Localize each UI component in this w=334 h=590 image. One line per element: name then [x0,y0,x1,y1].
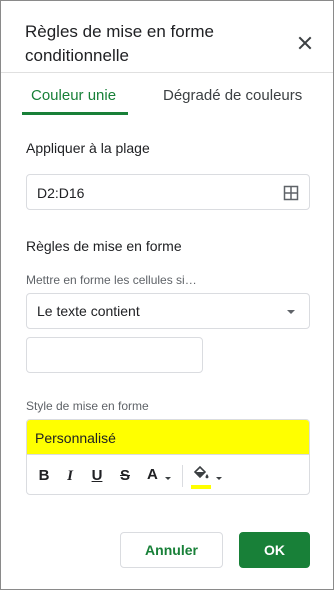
underline-button[interactable]: U [88,467,106,485]
style-toolbar: B I U S A [27,456,309,494]
rules-label: Règles de mise en forme [26,238,182,254]
panel-title: Règles de mise en forme conditionnelle [25,22,214,65]
style-preview[interactable]: Personnalisé [27,420,309,455]
toolbar-divider [182,465,183,487]
paint-bucket-icon [193,465,209,479]
grid-select-icon[interactable] [283,185,299,201]
range-value: D2:D16 [37,185,85,201]
text-color-icon: A [147,466,158,483]
panel-header: Règles de mise en forme conditionnelle [1,1,333,73]
chevron-down-icon [216,477,222,480]
condition-label: Mettre en forme les cellules si… [26,273,197,287]
condition-value: Le texte contient [37,303,140,319]
ok-button[interactable]: OK [239,532,310,568]
chevron-down-icon [287,310,295,314]
cancel-button[interactable]: Annuler [120,532,223,568]
tab-color-scale[interactable]: Dégradé de couleurs [163,87,302,104]
text-color-button[interactable]: A [145,466,175,485]
condition-select[interactable]: Le texte contient [26,293,310,329]
range-input[interactable]: D2:D16 [26,174,310,210]
bold-button[interactable]: B [35,467,53,485]
tab-solid-color[interactable]: Couleur unie [31,87,116,104]
style-label: Style de mise en forme [26,399,149,413]
strikethrough-button[interactable]: S [116,467,134,485]
tab-bar: Couleur unie Dégradé de couleurs [1,87,333,115]
range-label: Appliquer à la plage [26,140,150,156]
fill-color-button[interactable] [191,465,225,489]
fill-color-swatch [191,485,211,489]
condition-value-input[interactable] [26,337,203,373]
conditional-format-panel: Règles de mise en forme conditionnelle C… [0,0,334,590]
style-preview-text: Personnalisé [35,430,116,446]
close-icon[interactable] [297,35,313,51]
chevron-down-icon [165,477,171,480]
active-tab-indicator [22,112,128,115]
italic-button[interactable]: I [61,467,79,485]
format-style-box: Personnalisé B I U S A [26,419,310,495]
